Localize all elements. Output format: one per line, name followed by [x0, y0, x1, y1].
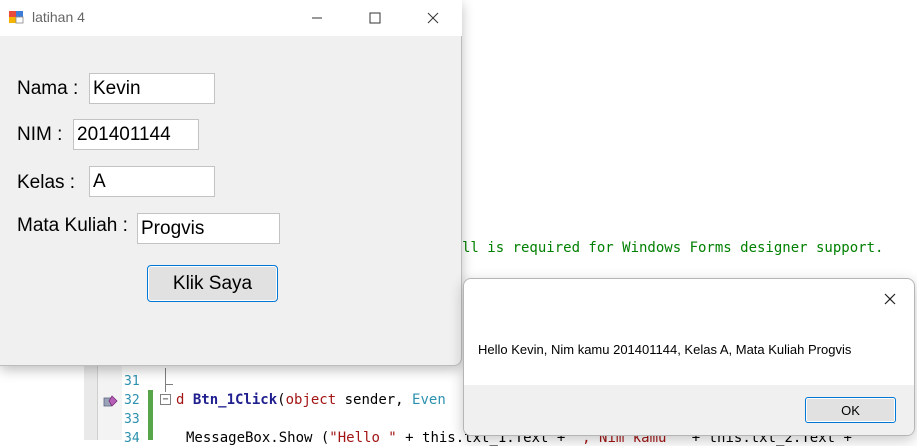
ok-button[interactable]: OK: [805, 397, 896, 423]
nama-label: Nama :: [17, 78, 79, 99]
breakpoint-glyph-icon[interactable]: [103, 394, 119, 408]
nim-label: NIM :: [17, 124, 63, 145]
mata-kuliah-label: Mata Kuliah :: [17, 215, 128, 236]
close-button[interactable]: [404, 0, 462, 36]
minimize-button[interactable]: [288, 0, 346, 36]
code-keyword: object: [285, 392, 337, 408]
dialog-close-button[interactable]: [876, 285, 904, 313]
form-window: latihan 4 Nama : Kevin NIM : 201401144 K…: [0, 0, 462, 366]
code-token: MessageBox.Show: [186, 430, 313, 446]
code-line-32: d Btn_1Click(object sender, Even: [176, 392, 446, 408]
nim-input[interactable]: 201401144: [73, 119, 199, 150]
code-token: (: [277, 392, 286, 408]
kelas-input[interactable]: A: [89, 166, 215, 197]
outline-guide: [165, 368, 166, 392]
mata-kuliah-input[interactable]: Progvis: [137, 213, 280, 244]
message-box-dialog: Hello Kevin, Nim kamu 201401144, Kelas A…: [463, 278, 915, 436]
close-icon: [884, 293, 896, 305]
klik-saya-button[interactable]: Klik Saya: [147, 265, 278, 302]
code-token: (: [312, 430, 330, 446]
maximize-button[interactable]: [346, 0, 404, 36]
dialog-footer: OK: [464, 385, 914, 435]
outline-guide-end: [165, 384, 173, 385]
minimize-icon: [312, 17, 322, 19]
close-icon: [427, 12, 439, 24]
window-title: latihan 4: [32, 9, 85, 25]
collapse-toggle-icon[interactable]: −: [160, 394, 171, 405]
designer-comment: ll is required for Windows Forms designe…: [462, 240, 884, 256]
maximize-icon: [369, 12, 381, 24]
title-bar[interactable]: latihan 4: [0, 0, 462, 36]
line-number: 33: [124, 412, 140, 427]
editor-indicator-margin: [84, 360, 98, 440]
code-string: "Hello ": [329, 430, 397, 446]
code-type: Even: [412, 392, 446, 408]
line-number: 31: [124, 374, 140, 389]
code-token: d: [176, 392, 193, 408]
line-number: 32: [124, 393, 140, 408]
nama-input[interactable]: Kevin: [89, 73, 215, 104]
code-method-name: Btn_1Click: [192, 392, 278, 408]
app-icon: [9, 11, 24, 24]
changed-lines-bar: [148, 390, 153, 440]
code-token: sender,: [336, 392, 413, 408]
dialog-message: Hello Kevin, Nim kamu 201401144, Kelas A…: [478, 342, 852, 357]
kelas-label: Kelas :: [17, 172, 76, 193]
line-number: 34: [124, 431, 140, 446]
